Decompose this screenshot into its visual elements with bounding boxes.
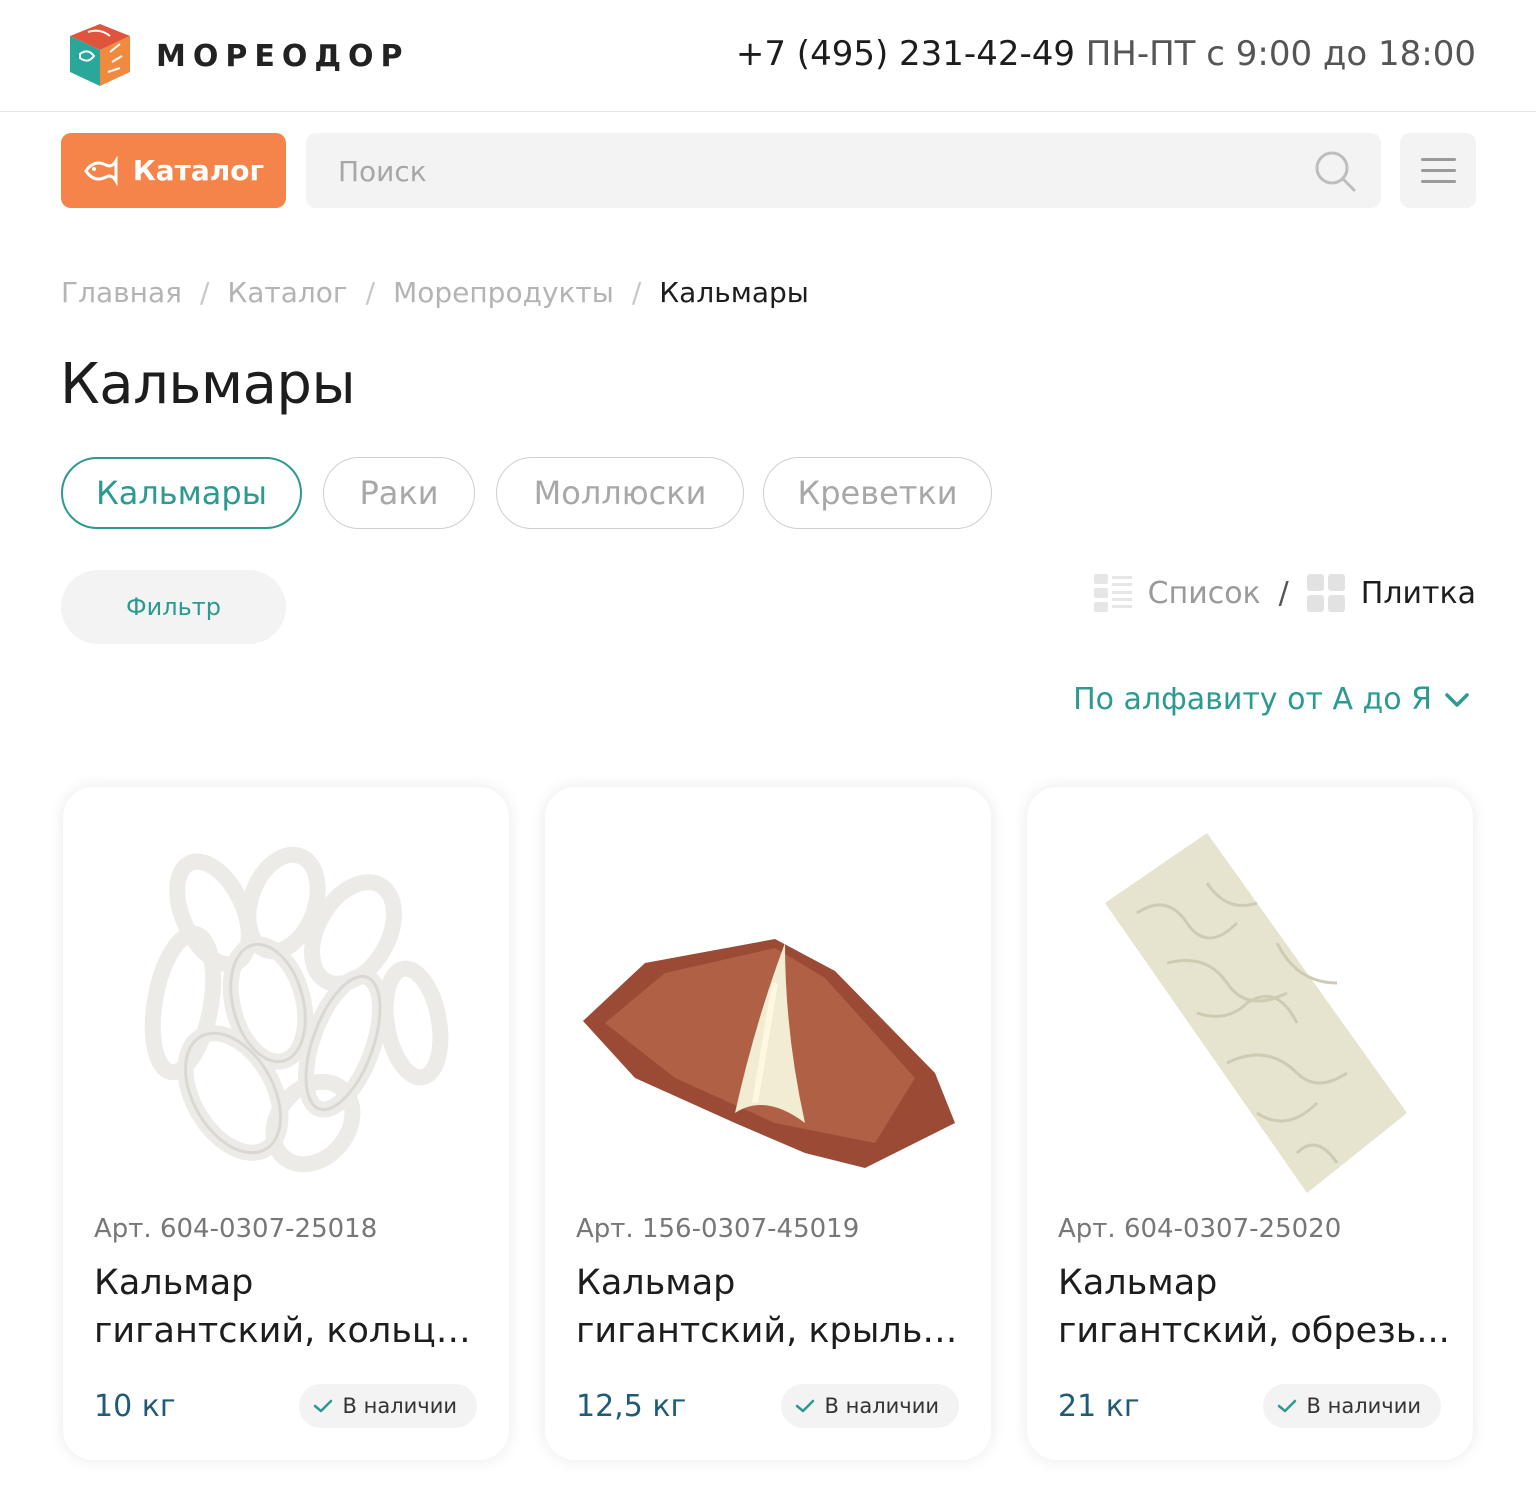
category-pill-mollusks[interactable]: Моллюски xyxy=(496,457,744,529)
product-card[interactable]: Арт. 604-0307-25020 Кальмар гигантский, … xyxy=(1027,787,1473,1460)
product-card[interactable]: Арт. 604-0307-25018 Кальмар гигантский, … xyxy=(63,787,509,1460)
product-name[interactable]: Кальмар гигантский, крылья... xyxy=(576,1259,968,1355)
category-pill-squid[interactable]: Кальмары xyxy=(61,457,302,529)
list-view-icon[interactable] xyxy=(1093,574,1132,612)
product-name[interactable]: Кальмар гигантский, кольца... xyxy=(94,1259,486,1355)
sort-dropdown[interactable]: По алфавиту от А до Я xyxy=(1073,682,1470,717)
menu-icon xyxy=(1421,158,1456,161)
fish-icon xyxy=(84,155,118,186)
product-card[interactable]: Арт. 156-0307-45019 Кальмар гигантский, … xyxy=(545,787,991,1460)
category-pill-crayfish[interactable]: Раки xyxy=(323,457,475,529)
search-input[interactable] xyxy=(338,151,1238,191)
catalog-button-label: Каталог xyxy=(132,154,265,187)
breadcrumb-separator: / xyxy=(199,276,210,309)
view-switch: Список / Плитка xyxy=(1093,574,1476,612)
tile-view-icon[interactable] xyxy=(1306,574,1345,612)
list-view-toggle[interactable]: Список xyxy=(1148,576,1261,611)
check-icon xyxy=(1277,1399,1296,1413)
breadcrumb-separator: / xyxy=(365,276,376,309)
product-image-squid-trimmings-block[interactable] xyxy=(1057,823,1443,1209)
brand-name: МОРЕОДОР xyxy=(156,38,410,74)
product-weight: 21 кг xyxy=(1058,1389,1140,1424)
breadcrumb-separator: / xyxy=(631,276,642,309)
stock-badge: В наличии xyxy=(298,1384,477,1428)
working-hours: ПН-ПТ с 9:00 до 18:00 xyxy=(1085,34,1476,74)
breadcrumb-current: Кальмары xyxy=(659,276,809,309)
breadcrumb: Главная / Каталог / Морепродукты / Кальм… xyxy=(61,276,809,309)
stock-badge: В наличии xyxy=(780,1384,959,1428)
filter-button[interactable]: Фильтр xyxy=(61,570,286,644)
product-sku: Арт. 604-0307-25020 xyxy=(1058,1214,1342,1244)
catalog-button[interactable]: Каталог xyxy=(61,133,286,208)
product-sku: Арт. 156-0307-45019 xyxy=(576,1214,860,1244)
product-weight: 12,5 кг xyxy=(576,1389,687,1424)
menu-button[interactable] xyxy=(1400,133,1476,208)
breadcrumb-catalog[interactable]: Каталог xyxy=(227,276,347,309)
breadcrumb-seafood[interactable]: Морепродукты xyxy=(393,276,614,309)
product-weight: 10 кг xyxy=(94,1389,176,1424)
phone-number[interactable]: +7 (495) 231-42-49 xyxy=(736,34,1075,74)
sort-label: По алфавиту от А до Я xyxy=(1073,682,1432,717)
product-image-squid-wing[interactable] xyxy=(575,823,961,1209)
product-name[interactable]: Кальмар гигантский, обрезь... xyxy=(1058,1259,1450,1355)
check-icon xyxy=(313,1399,332,1413)
check-icon xyxy=(795,1399,814,1413)
search-icon[interactable] xyxy=(1313,149,1357,193)
chevron-down-icon xyxy=(1445,692,1469,707)
stock-badge: В наличии xyxy=(1262,1384,1441,1428)
view-separator: / xyxy=(1278,575,1289,611)
tile-view-toggle[interactable]: Плитка xyxy=(1361,576,1476,611)
logo[interactable]: МОРЕОДОР xyxy=(64,22,410,90)
page-title: Кальмары xyxy=(60,352,356,417)
product-image-squid-rings[interactable] xyxy=(93,823,479,1209)
breadcrumb-home[interactable]: Главная xyxy=(61,276,182,309)
search-bar xyxy=(306,133,1381,208)
site-header: МОРЕОДОР +7 (495) 231-42-49 ПН-ПТ с 9:00… xyxy=(0,0,1536,112)
logo-icon xyxy=(70,24,130,86)
category-pill-shrimp[interactable]: Креветки xyxy=(763,457,992,529)
product-sku: Арт. 604-0307-25018 xyxy=(94,1214,378,1244)
